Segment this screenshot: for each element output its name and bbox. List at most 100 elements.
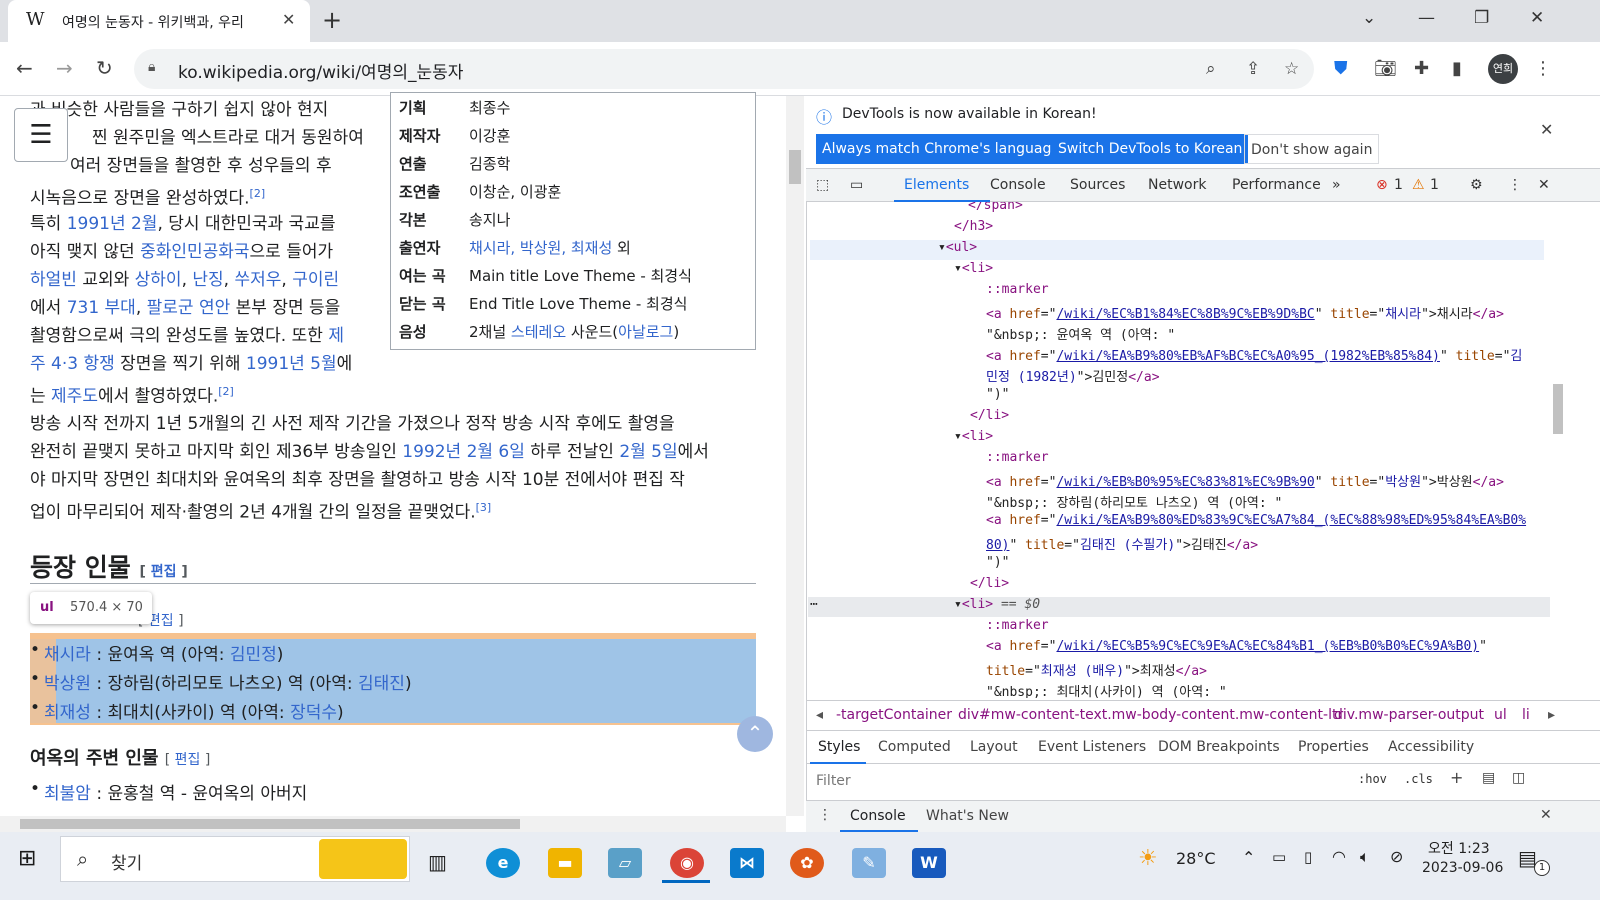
infobox-link[interactable]: 김종학 bbox=[469, 153, 510, 174]
tree-node[interactable]: ")" bbox=[986, 387, 1009, 402]
weather-icon[interactable]: ☀ bbox=[1138, 846, 1158, 871]
tab-styles[interactable]: Styles bbox=[818, 739, 860, 755]
infobox-link[interactable]: 이창순, 이광훈 bbox=[469, 181, 561, 202]
word-icon[interactable]: W bbox=[912, 848, 946, 878]
close-banner-icon[interactable]: ✕ bbox=[1540, 120, 1553, 139]
child-actor-link[interactable]: 장덕수 bbox=[290, 703, 337, 723]
tree-node[interactable]: <a href="/wiki/%EC%B5%9C%EC%9E%AC%EC%84%… bbox=[986, 639, 1487, 654]
drawer-tab-whats-new[interactable]: What's New bbox=[926, 808, 1009, 824]
reload-icon[interactable]: ↻ bbox=[96, 56, 113, 80]
more-tabs-icon[interactable]: » bbox=[1332, 177, 1341, 193]
link-date[interactable]: 1991년 2월 bbox=[67, 214, 158, 234]
bookmark-star-icon[interactable]: ☆ bbox=[1284, 59, 1299, 79]
actor-link[interactable]: 최불암 bbox=[44, 784, 91, 804]
edit-link[interactable]: [ 편집 ] bbox=[139, 564, 187, 580]
tree-node[interactable]: 80)" title="김태진 (수필가)">김태진</a> bbox=[986, 534, 1258, 553]
close-tab-icon[interactable]: ✕ bbox=[282, 10, 295, 29]
href-link[interactable]: /wiki/%EA%B9%80%ED%83%9C%EC%A7%84_(%EC%8… bbox=[1056, 513, 1526, 528]
page-hscroll-thumb[interactable] bbox=[20, 819, 520, 829]
browser-tab[interactable]: W 여명의 눈동자 - 위키백과, 우리 ✕ bbox=[8, 0, 310, 42]
tree-node[interactable]: ::marker bbox=[986, 618, 1049, 633]
warning-icon[interactable]: ⚠ bbox=[1412, 177, 1425, 193]
child-actor-link[interactable]: 김태진 bbox=[358, 674, 405, 694]
match-language-button[interactable]: Always match Chrome's language bbox=[816, 134, 1066, 164]
switch-korean-button[interactable]: Switch DevTools to Korean bbox=[1052, 134, 1249, 164]
paint-3d-icon[interactable]: ✿ bbox=[790, 848, 824, 878]
hov-toggle[interactable]: :hov bbox=[1358, 772, 1387, 786]
child-actor-link[interactable]: 김민정 bbox=[230, 645, 277, 665]
page-vertical-scrollbar[interactable] bbox=[786, 96, 804, 816]
ime-icon[interactable]: ⊘ bbox=[1390, 847, 1403, 866]
tree-node[interactable]: <a href="/wiki/%EA%B9%80%EB%AF%BC%EC%A0%… bbox=[986, 345, 1522, 364]
ellipsis-icon[interactable]: ⋯ bbox=[810, 597, 818, 612]
edge-icon[interactable]: e bbox=[486, 848, 520, 878]
minimize-icon[interactable]: — bbox=[1418, 8, 1435, 28]
side-panel-icon[interactable]: ▮ bbox=[1452, 58, 1462, 79]
tab-properties[interactable]: Properties bbox=[1298, 739, 1369, 755]
tree-node[interactable]: "&nbsp;: 최대치(사카이) 역 (아역: " bbox=[986, 681, 1227, 698]
address-bar[interactable]: 🔒︎ ko.wikipedia.org/wiki/여명의_눈동자 ⌕ ⇪ ☆ bbox=[134, 49, 1314, 89]
link-harbin[interactable]: 하얼빈 bbox=[30, 270, 77, 290]
link-feb5[interactable]: 2월 5일 bbox=[619, 442, 677, 462]
tab-computed[interactable]: Computed bbox=[878, 739, 951, 755]
tab-network[interactable]: Network bbox=[1148, 177, 1206, 193]
infobox-link[interactable]: 송지나 bbox=[469, 209, 510, 230]
new-rule-plus-icon[interactable]: + bbox=[1450, 768, 1463, 787]
tree-node[interactable]: <a href="/wiki/%EC%B1%84%EC%8B%9C%EB%9D%… bbox=[986, 303, 1504, 322]
actor-link[interactable]: 최재성 bbox=[44, 703, 91, 723]
link-guilin[interactable]: 구이린 bbox=[292, 270, 339, 290]
profile-avatar[interactable]: 연희 bbox=[1488, 54, 1518, 84]
tab-accessibility[interactable]: Accessibility bbox=[1388, 739, 1474, 755]
forward-icon[interactable]: → bbox=[56, 56, 73, 80]
tree-node-ul[interactable]: ▾<ul> bbox=[810, 240, 1544, 260]
inspect-element-icon[interactable]: ⬚ bbox=[816, 177, 829, 193]
breadcrumb-item[interactable]: -targetContainer bbox=[836, 707, 952, 723]
breadcrumb-left-icon[interactable]: ◂ bbox=[816, 707, 823, 723]
sidebar-toggle-icon[interactable]: ◫ bbox=[1512, 770, 1525, 786]
href-link[interactable]: /wiki/%EC%B5%9C%EC%9E%AC%EC%84%B1_(%EB%B… bbox=[1056, 639, 1479, 654]
cls-toggle[interactable]: .cls bbox=[1404, 772, 1433, 786]
href-link[interactable]: /wiki/%EB%B0%95%EC%83%81%EC%9B%90 bbox=[1056, 475, 1314, 490]
edit-link[interactable]: [ 편집 ] bbox=[165, 752, 211, 768]
infobox-link[interactable]: 스테레오 bbox=[511, 323, 566, 341]
drawer-tab-console[interactable]: Console bbox=[850, 808, 906, 824]
toc-toggle-button[interactable]: ☰ bbox=[14, 108, 68, 162]
tab-search-chevron-icon[interactable]: ⌄ bbox=[1362, 8, 1376, 28]
back-icon[interactable]: ← bbox=[16, 56, 33, 80]
close-drawer-icon[interactable]: ✕ bbox=[1540, 807, 1552, 823]
share-icon[interactable]: ⇪ bbox=[1246, 59, 1260, 79]
tree-node-li[interactable]: ▾<li> bbox=[954, 261, 993, 276]
href-link[interactable]: 80) bbox=[986, 538, 1009, 553]
tab-performance[interactable]: Performance bbox=[1232, 177, 1321, 193]
weather-temp[interactable]: 28°C bbox=[1176, 849, 1216, 868]
clock-time[interactable]: 오전 1:23 bbox=[1428, 838, 1490, 858]
tab-dom-breakpoints[interactable]: DOM Breakpoints bbox=[1158, 739, 1280, 755]
link-unit731[interactable]: 731 부대 bbox=[67, 298, 136, 318]
restore-icon[interactable]: ❐ bbox=[1474, 8, 1489, 28]
chrome-icon[interactable]: ◉ bbox=[670, 848, 704, 878]
breadcrumb-right-icon[interactable]: ▸ bbox=[1548, 707, 1555, 723]
link-may1991[interactable]: 1991년 5월 bbox=[246, 354, 337, 374]
tree-node[interactable]: title="최재성 (배우)">최재성</a> bbox=[986, 660, 1207, 679]
devtools-menu-icon[interactable]: ⋮ bbox=[1508, 177, 1522, 193]
close-window-icon[interactable]: ✕ bbox=[1530, 8, 1544, 28]
link-prc[interactable]: 중화인민공화국 bbox=[140, 242, 249, 262]
settings-gear-icon[interactable]: ⚙ bbox=[1470, 177, 1483, 193]
extensions-puzzle-icon[interactable]: ✚ bbox=[1414, 58, 1429, 79]
tree-node[interactable]: </li> bbox=[970, 408, 1009, 423]
wifi-icon[interactable]: ◠ bbox=[1332, 847, 1346, 866]
ref-link[interactable]: [2] bbox=[250, 187, 266, 200]
tree-node[interactable]: "&nbsp;: 윤여옥 역 (아역: " bbox=[986, 324, 1175, 343]
elements-scroll-thumb[interactable] bbox=[1553, 384, 1563, 434]
tree-node-li[interactable]: ▾<li> bbox=[954, 429, 993, 444]
infobox-link[interactable]: 아날로그 bbox=[618, 323, 673, 341]
search-icon[interactable]: ⌕ bbox=[1206, 59, 1216, 79]
device-icon[interactable]: ▯ bbox=[1304, 848, 1312, 866]
tree-node[interactable]: <a href="/wiki/%EA%B9%80%ED%83%9C%EC%A7%… bbox=[986, 513, 1526, 528]
breadcrumb-item[interactable]: ul bbox=[1494, 707, 1507, 723]
link-jeju43-b[interactable]: 주 4·3 항쟁 bbox=[30, 354, 115, 374]
camera-extension-icon[interactable]: 📷︎ bbox=[1374, 58, 1397, 79]
breadcrumb-item[interactable]: div.mw-parser-output bbox=[1334, 707, 1484, 723]
new-tab-icon[interactable]: + bbox=[322, 6, 342, 34]
tree-node-li-selected[interactable]: ⋯ ▾<li> == $0 bbox=[808, 597, 1550, 617]
